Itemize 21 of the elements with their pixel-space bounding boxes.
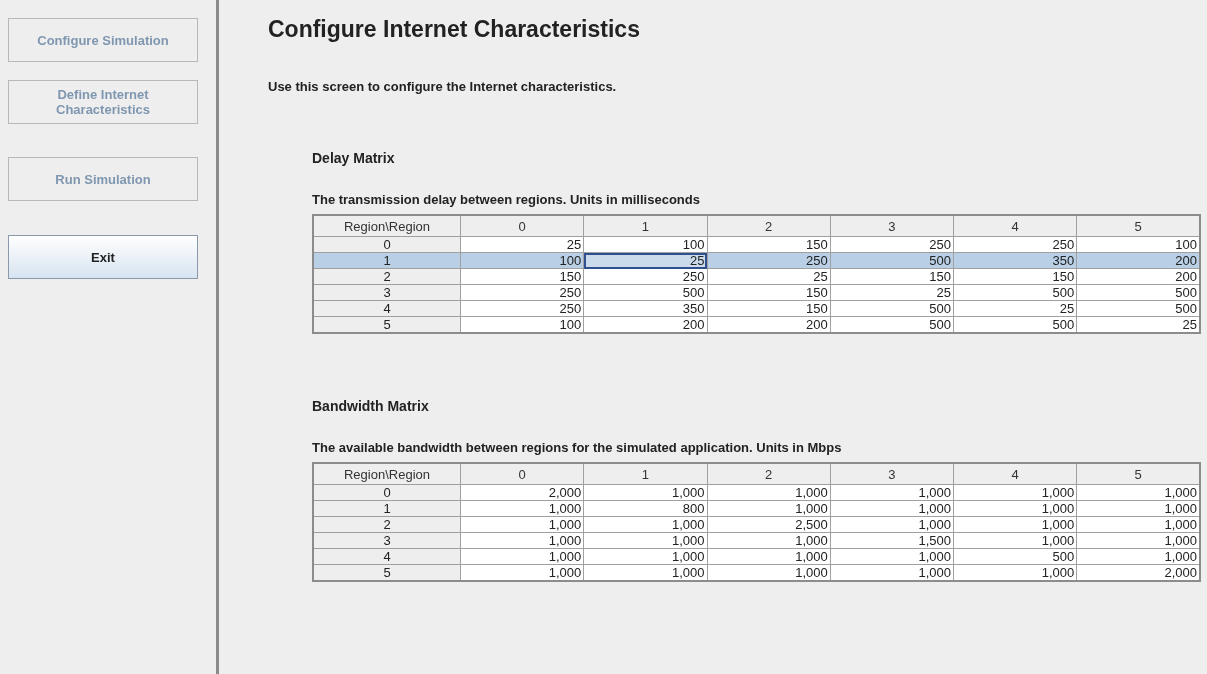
- column-header[interactable]: 4: [953, 463, 1077, 485]
- column-header[interactable]: 5: [1076, 215, 1200, 237]
- column-header[interactable]: 0: [460, 215, 584, 237]
- sidebar-button[interactable]: Exit: [8, 235, 198, 279]
- page-title: Configure Internet Characteristics: [268, 16, 641, 43]
- column-header[interactable]: 3: [830, 463, 954, 485]
- section-heading: Delay Matrix: [312, 150, 396, 166]
- column-header[interactable]: 2: [707, 215, 831, 237]
- column-header[interactable]: 1: [583, 215, 707, 237]
- column-header[interactable]: 0: [460, 463, 584, 485]
- description-text: Use this screen to configure the Internet characteristics.: [268, 79, 618, 94]
- table-caption: The transmission delay between regions. Units in milliseconds: [312, 192, 701, 207]
- column-header[interactable]: 1: [583, 463, 707, 485]
- table-caption: The available bandwidth between regions for the simulated application. Units in Mbps: [312, 440, 843, 455]
- column-header[interactable]: 4: [953, 215, 1077, 237]
- section-heading: Bandwidth Matrix: [312, 398, 430, 414]
- column-header[interactable]: 3: [830, 215, 954, 237]
- column-header[interactable]: Region\Region: [313, 463, 461, 485]
- column-header[interactable]: 2: [707, 463, 831, 485]
- column-header[interactable]: Region\Region: [313, 215, 461, 237]
- column-header[interactable]: 5: [1076, 463, 1200, 485]
